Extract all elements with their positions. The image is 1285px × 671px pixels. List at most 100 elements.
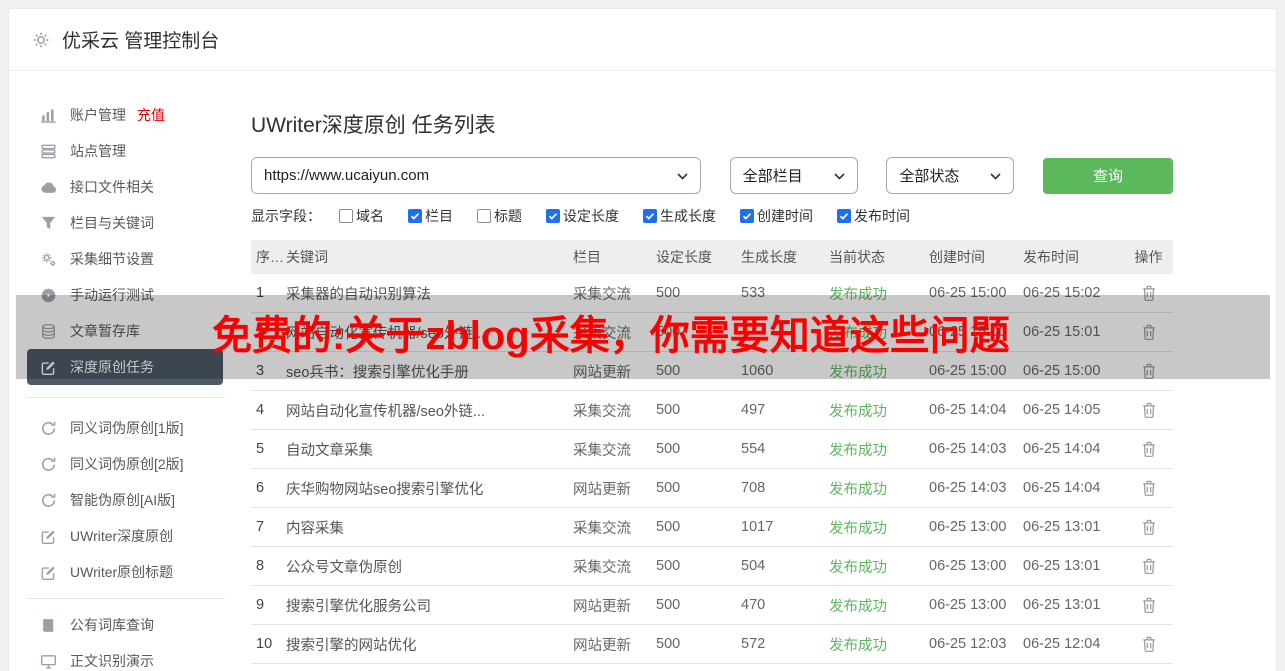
query-button[interactable]: 查询: [1042, 157, 1173, 194]
sidebar-item-label: 正文识别演示: [70, 653, 154, 669]
cell-gen-length: 554: [741, 441, 766, 457]
field-option-1[interactable]: 栏目: [408, 206, 453, 226]
cell-published: 06-25 13:01: [1023, 558, 1101, 574]
cell-actions: [1129, 479, 1168, 498]
sidebar-divider: [27, 598, 225, 599]
cell-published: 06-25 15:02: [1023, 285, 1101, 301]
checkbox-icon[interactable]: [837, 209, 851, 223]
column-select-value: 全部栏目: [742, 168, 803, 185]
column-select[interactable]: 全部栏目: [729, 157, 858, 194]
delete-button[interactable]: [1140, 362, 1158, 381]
cell-published: 06-25 15:00: [1023, 363, 1101, 379]
delete-button[interactable]: [1140, 557, 1158, 576]
table-row: 7 内容采集 采集交流 500 1017 发布成功 06-25 13:00 06-25 13:…: [251, 508, 1173, 547]
cell-published: 06-25 14:04: [1023, 480, 1101, 496]
server-icon: [39, 142, 57, 160]
cell-category: 网站更新: [573, 364, 631, 381]
cell-keyword: 网站自动化宣传机器/seo外链...: [286, 403, 485, 420]
sidebar-item-7[interactable]: 深度原创任务: [27, 349, 223, 385]
cell-keyword: 采集器的自动识别算法: [286, 286, 431, 303]
field-option-3[interactable]: 设定长度: [546, 206, 619, 226]
cell-index: 7: [256, 519, 265, 535]
field-option-2[interactable]: 标题: [477, 206, 522, 226]
sidebar-item-0[interactable]: 账户管理 充值: [27, 97, 223, 133]
sidebar-item-label: 文章暂存库: [70, 323, 140, 339]
field-option-6[interactable]: 发布时间: [837, 206, 910, 226]
sidebar-item-13[interactable]: UWriter原创标题: [27, 554, 223, 590]
cell-created: 06-25 13:00: [929, 558, 1007, 574]
checkbox-icon[interactable]: [408, 209, 422, 223]
site-select[interactable]: https://www.ucaiyun.com: [251, 157, 701, 194]
cell-created: 06-25 14:03: [929, 480, 1007, 496]
sidebar-item-4[interactable]: 采集细节设置: [27, 241, 223, 277]
chevron-down-icon: [677, 167, 688, 184]
checkbox-icon[interactable]: [339, 209, 353, 223]
delete-button[interactable]: [1140, 440, 1158, 459]
display-fields-label: 显示字段：: [251, 208, 321, 224]
checkbox-icon[interactable]: [477, 209, 491, 223]
tasks-table: 序号 关键词 栏目 设定长度 生成长度 当前状态 创建时间 发布时间 操作 1 采集器的自动识别算…: [251, 240, 1173, 664]
sidebar-item-16[interactable]: 正文识别演示: [27, 643, 223, 671]
admin-panel: 优采云 管理控制台 账户管理 充值站点管理接口文件相关 栏目与关键词 采集细节设置 手动…: [8, 8, 1277, 671]
cell-created: 06-25 14:03: [929, 441, 1007, 457]
table-body: 1 采集器的自动识别算法 采集交流 500 533 发布成功 06-25 15:00 06-2…: [251, 274, 1173, 664]
field-option-5[interactable]: 创建时间: [740, 206, 813, 226]
sidebar-item-10[interactable]: 同义词伪原创[2版]: [27, 446, 223, 482]
sidebar-item-6[interactable]: 文章暂存库: [27, 313, 223, 349]
checkbox-icon[interactable]: [546, 209, 560, 223]
checkbox-icon[interactable]: [740, 209, 754, 223]
gear-icon: [31, 30, 51, 50]
checkbox-icon[interactable]: [643, 209, 657, 223]
cell-category: 采集交流: [573, 403, 631, 420]
database-icon: [39, 322, 57, 340]
refresh-icon: [39, 455, 57, 473]
cell-index: 3: [256, 363, 265, 379]
cell-actions: [1129, 362, 1168, 381]
chevron-down-icon: [990, 167, 1001, 184]
delete-button[interactable]: [1140, 284, 1158, 303]
column-header: 创建时间: [929, 249, 985, 265]
cell-status: 发布成功: [829, 325, 887, 342]
delete-button[interactable]: [1140, 323, 1158, 342]
cell-set-length: 500: [656, 636, 681, 652]
field-option-0[interactable]: 域名: [339, 206, 384, 226]
sidebar-item-9[interactable]: 同义词伪原创[1版]: [27, 410, 223, 446]
filter-icon: [39, 214, 57, 232]
delete-button[interactable]: [1140, 479, 1158, 498]
sidebar-item-2[interactable]: 接口文件相关: [27, 169, 223, 205]
cell-category: 采集交流: [573, 559, 631, 576]
delete-button[interactable]: [1140, 401, 1158, 420]
delete-button[interactable]: [1140, 635, 1158, 654]
sidebar-item-label: 账户管理: [70, 107, 126, 123]
app-header: 优采云 管理控制台: [9, 9, 1276, 71]
sidebar-item-5[interactable]: 手动运行测试: [27, 277, 223, 313]
cell-created: 06-25 15:00: [929, 285, 1007, 301]
cell-gen-length: 533: [741, 285, 766, 301]
site-select-value: https://www.ucaiyun.com: [264, 167, 430, 184]
book-icon: [39, 616, 57, 634]
column-header: 栏目: [573, 249, 601, 265]
sidebar-item-label: 站点管理: [70, 143, 126, 159]
cell-keyword: 庆华购物网站seo搜索引擎优化: [286, 481, 484, 498]
delete-button[interactable]: [1140, 518, 1158, 537]
cell-actions: [1129, 440, 1168, 459]
table-row: 5 自动文章采集 采集交流 500 554 发布成功 06-25 14:03 06-25 14…: [251, 430, 1173, 469]
status-select[interactable]: 全部状态: [886, 157, 1015, 194]
cell-created: 06-25 15:00: [929, 363, 1007, 379]
cell-actions: [1129, 284, 1168, 303]
sidebar-item-1[interactable]: 站点管理: [27, 133, 223, 169]
recharge-badge[interactable]: 充值: [137, 105, 165, 125]
cell-category: 采集交流: [573, 442, 631, 459]
sidebar-item-label: 同义词伪原创[2版]: [70, 456, 184, 472]
delete-button[interactable]: [1140, 596, 1158, 615]
field-option-4[interactable]: 生成长度: [643, 206, 716, 226]
sidebar-item-12[interactable]: UWriter深度原创: [27, 518, 223, 554]
cell-actions: [1129, 323, 1168, 342]
sidebar-item-15[interactable]: 公有词库查询: [27, 607, 223, 643]
sidebar-item-3[interactable]: 栏目与关键词: [27, 205, 223, 241]
sidebar-item-11[interactable]: 智能伪原创[AI版]: [27, 482, 223, 518]
cell-actions: [1129, 596, 1168, 615]
cell-index: 4: [256, 402, 265, 418]
gears-icon: [39, 250, 57, 268]
column-header: 关键词: [286, 249, 328, 265]
